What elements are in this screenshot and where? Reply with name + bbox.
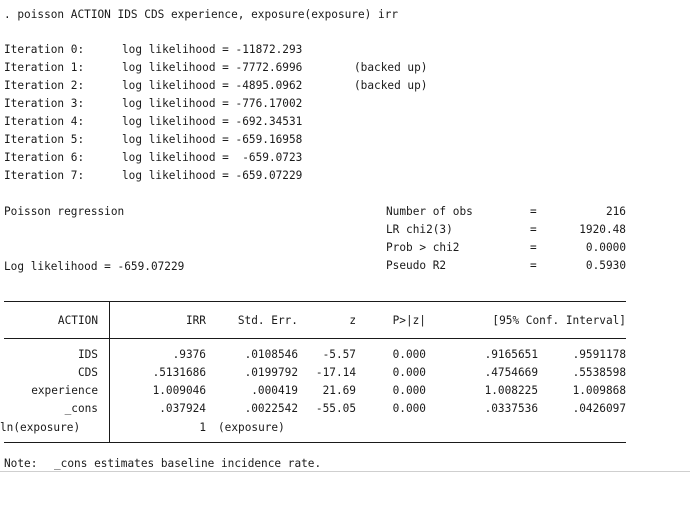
stat-label: Number of obs [386, 205, 473, 218]
iteration-label: Iteration 6: [4, 151, 85, 164]
cell-se: .0022542 [244, 402, 298, 415]
iteration-note: (backed up) [354, 79, 428, 92]
table-top-rule [4, 301, 626, 302]
cell-ci-low: .4754669 [484, 366, 538, 379]
cell-z: 21.69 [322, 384, 356, 397]
iteration-loglik: log likelihood = -659.07229 [122, 169, 303, 182]
var-name: IDS [77, 348, 98, 361]
table-bottom-rule [4, 442, 626, 443]
stat-value: 0.0000 [585, 241, 626, 254]
cell-se: .0108546 [244, 348, 298, 361]
stat-label: Prob > chi2 [386, 241, 460, 254]
var-name: experience [31, 384, 98, 397]
table-row: IDS .9376 .0108546 -5.57 0.000 .9165651 .95911… [4, 346, 626, 364]
cell-p: 0.000 [392, 384, 426, 397]
cell-p: 0.000 [392, 348, 426, 361]
cell-p: 0.000 [392, 366, 426, 379]
col-se-header: Std. Err. [237, 314, 298, 327]
cell-ci-low: .0337536 [484, 402, 538, 415]
var-name: _cons [64, 402, 98, 415]
window-bottom-border [0, 471, 690, 472]
stat-value: 1920.48 [579, 223, 626, 236]
cell-z: -17.14 [315, 366, 356, 379]
col-irr-header: IRR [185, 314, 206, 327]
col-p-header: P>|z| [392, 314, 426, 327]
model-stat-row: Pseudo R2 = 0.5930 [4, 257, 626, 275]
stat-value: 0.5930 [585, 259, 626, 272]
iteration-label: Iteration 0: [4, 43, 85, 56]
col-ci-header: [95% Conf. Interval] [492, 314, 626, 327]
cell-ci-low: .9165651 [484, 348, 538, 361]
model-stat-row: Prob > chi2 = 0.0000 [4, 239, 626, 257]
cell-ci-high: .9591178 [572, 348, 626, 361]
cell-irr: .037924 [159, 402, 206, 415]
stat-equals: = [530, 259, 537, 272]
cell-ci-low: 1.008225 [484, 384, 538, 397]
iteration-label: Iteration 4: [4, 115, 85, 128]
iteration-loglik: log likelihood = -776.17002 [122, 97, 303, 110]
command-line: . poisson ACTION IDS CDS experience, exp… [4, 8, 399, 21]
table-header-rule [4, 338, 626, 339]
cell-se: .0199792 [244, 366, 298, 379]
table-row: _cons .037924 .0022542 -55.05 0.000 .0337536.… [4, 400, 626, 418]
stat-equals: = [530, 241, 537, 254]
cell-irr: .5131686 [152, 366, 206, 379]
cell-irr: .9376 [172, 348, 206, 361]
table-row: experience 1.009046 .000419 21.69 0.000 1.008… [4, 382, 626, 400]
stat-value: 216 [605, 205, 626, 218]
exposure-row: ln(exposure) 1 (exposure) [0, 419, 626, 437]
model-stat-row: Number of obs = 216 [4, 203, 626, 221]
cell-z: -5.57 [322, 348, 356, 361]
cell-z: -55.05 [315, 402, 356, 415]
stat-label: LR chi2(3) [386, 223, 453, 236]
iteration-label: Iteration 2: [4, 79, 85, 92]
table-row: CDS .5131686 .0199792 -17.14 0.000 .4754669 .5… [4, 364, 626, 382]
iteration-loglik: log likelihood = -659.16958 [122, 133, 303, 146]
exposure-coef: 1 [199, 421, 206, 434]
table-header-row: ACTION IRR Std. Err. z P>|z| [95% Conf. … [4, 312, 626, 330]
exposure-note: (exposure) [218, 421, 285, 434]
cell-ci-high: 1.009868 [572, 384, 626, 397]
iteration-loglik: log likelihood = -4895.0962 [122, 79, 303, 92]
cell-ci-high: .0426097 [572, 402, 626, 415]
iteration-label: Iteration 5: [4, 133, 85, 146]
stat-equals: = [530, 223, 537, 236]
iteration-label: Iteration 7: [4, 169, 85, 182]
iteration-loglik: log likelihood = -659.0723 [122, 151, 303, 164]
exposure-name: ln(exposure) [0, 421, 81, 434]
model-stat-row: LR chi2(3) = 1920.48 [4, 221, 626, 239]
iteration-loglik: log likelihood = -7772.6996 [122, 61, 303, 74]
cell-p: 0.000 [392, 402, 426, 415]
var-name: CDS [77, 366, 98, 379]
iteration-loglik: log likelihood = -692.34531 [122, 115, 303, 128]
col-z-header: z [349, 314, 356, 327]
iteration-label: Iteration 1: [4, 61, 85, 74]
depvar-header: ACTION [57, 314, 98, 327]
iteration-loglik: log likelihood = -11872.293 [122, 43, 303, 56]
cell-ci-high: .5538598 [572, 366, 626, 379]
stat-equals: = [530, 205, 537, 218]
cell-se: .000419 [251, 384, 298, 397]
iteration-label: Iteration 3: [4, 97, 85, 110]
cell-irr: 1.009046 [152, 384, 206, 397]
stat-label: Pseudo R2 [386, 259, 447, 272]
iteration-note: (backed up) [354, 61, 428, 74]
